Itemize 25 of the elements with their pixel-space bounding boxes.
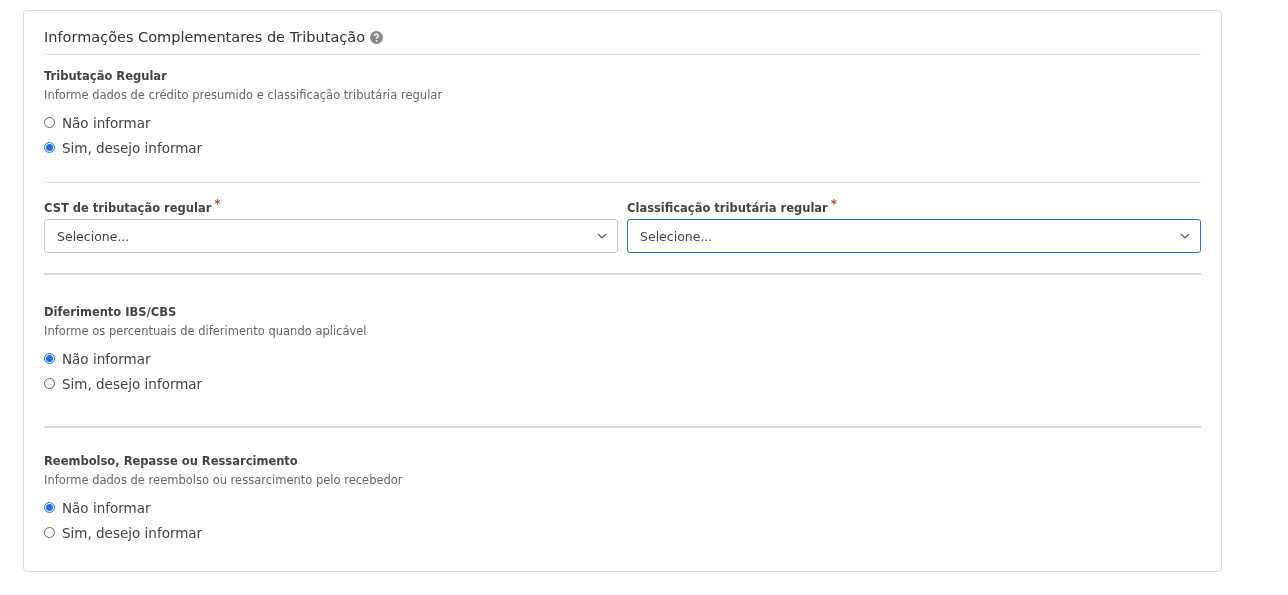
radio-button[interactable]: [44, 353, 55, 364]
required-marker: *: [830, 198, 838, 210]
radio-option[interactable]: Sim, desejo informar: [44, 371, 203, 396]
field-label: Classificação tributária regular: [627, 201, 828, 215]
radio-option[interactable]: Não informar: [44, 110, 151, 135]
radio-button[interactable]: [44, 142, 55, 153]
radio-option[interactable]: Não informar: [44, 495, 151, 520]
section-heading: Reembolso, Repasse ou Ressarcimento: [44, 454, 299, 468]
help-icon[interactable]: [370, 30, 384, 44]
radio-button[interactable]: [44, 502, 55, 513]
select-field[interactable]: Selecione...: [44, 219, 618, 253]
section-description: Informe dados de reembolso ou ressarcimento pelo recebedor: [44, 473, 404, 487]
radio-option[interactable]: Sim, desejo informar: [44, 520, 203, 545]
form-title: Informações Complementares de Tributação: [44, 29, 366, 45]
field-label: CST de tributação regular: [44, 201, 212, 215]
section-heading: Tributação Regular: [44, 69, 168, 83]
section-description: Informe os percentuais de diferimento quando aplicável: [44, 324, 368, 338]
section-heading: Diferimento IBS/CBS: [44, 305, 178, 319]
radio-option[interactable]: Sim, desejo informar: [44, 135, 203, 160]
required-marker: *: [214, 198, 221, 210]
chevron-down-icon: [1180, 233, 1190, 239]
section-description: Informe dados de crédito presumido e classificação tributária regular: [44, 88, 444, 102]
select-field[interactable]: Selecione...: [627, 219, 1201, 253]
chevron-down-icon: [597, 233, 607, 239]
radio-option[interactable]: Não informar: [44, 346, 151, 371]
